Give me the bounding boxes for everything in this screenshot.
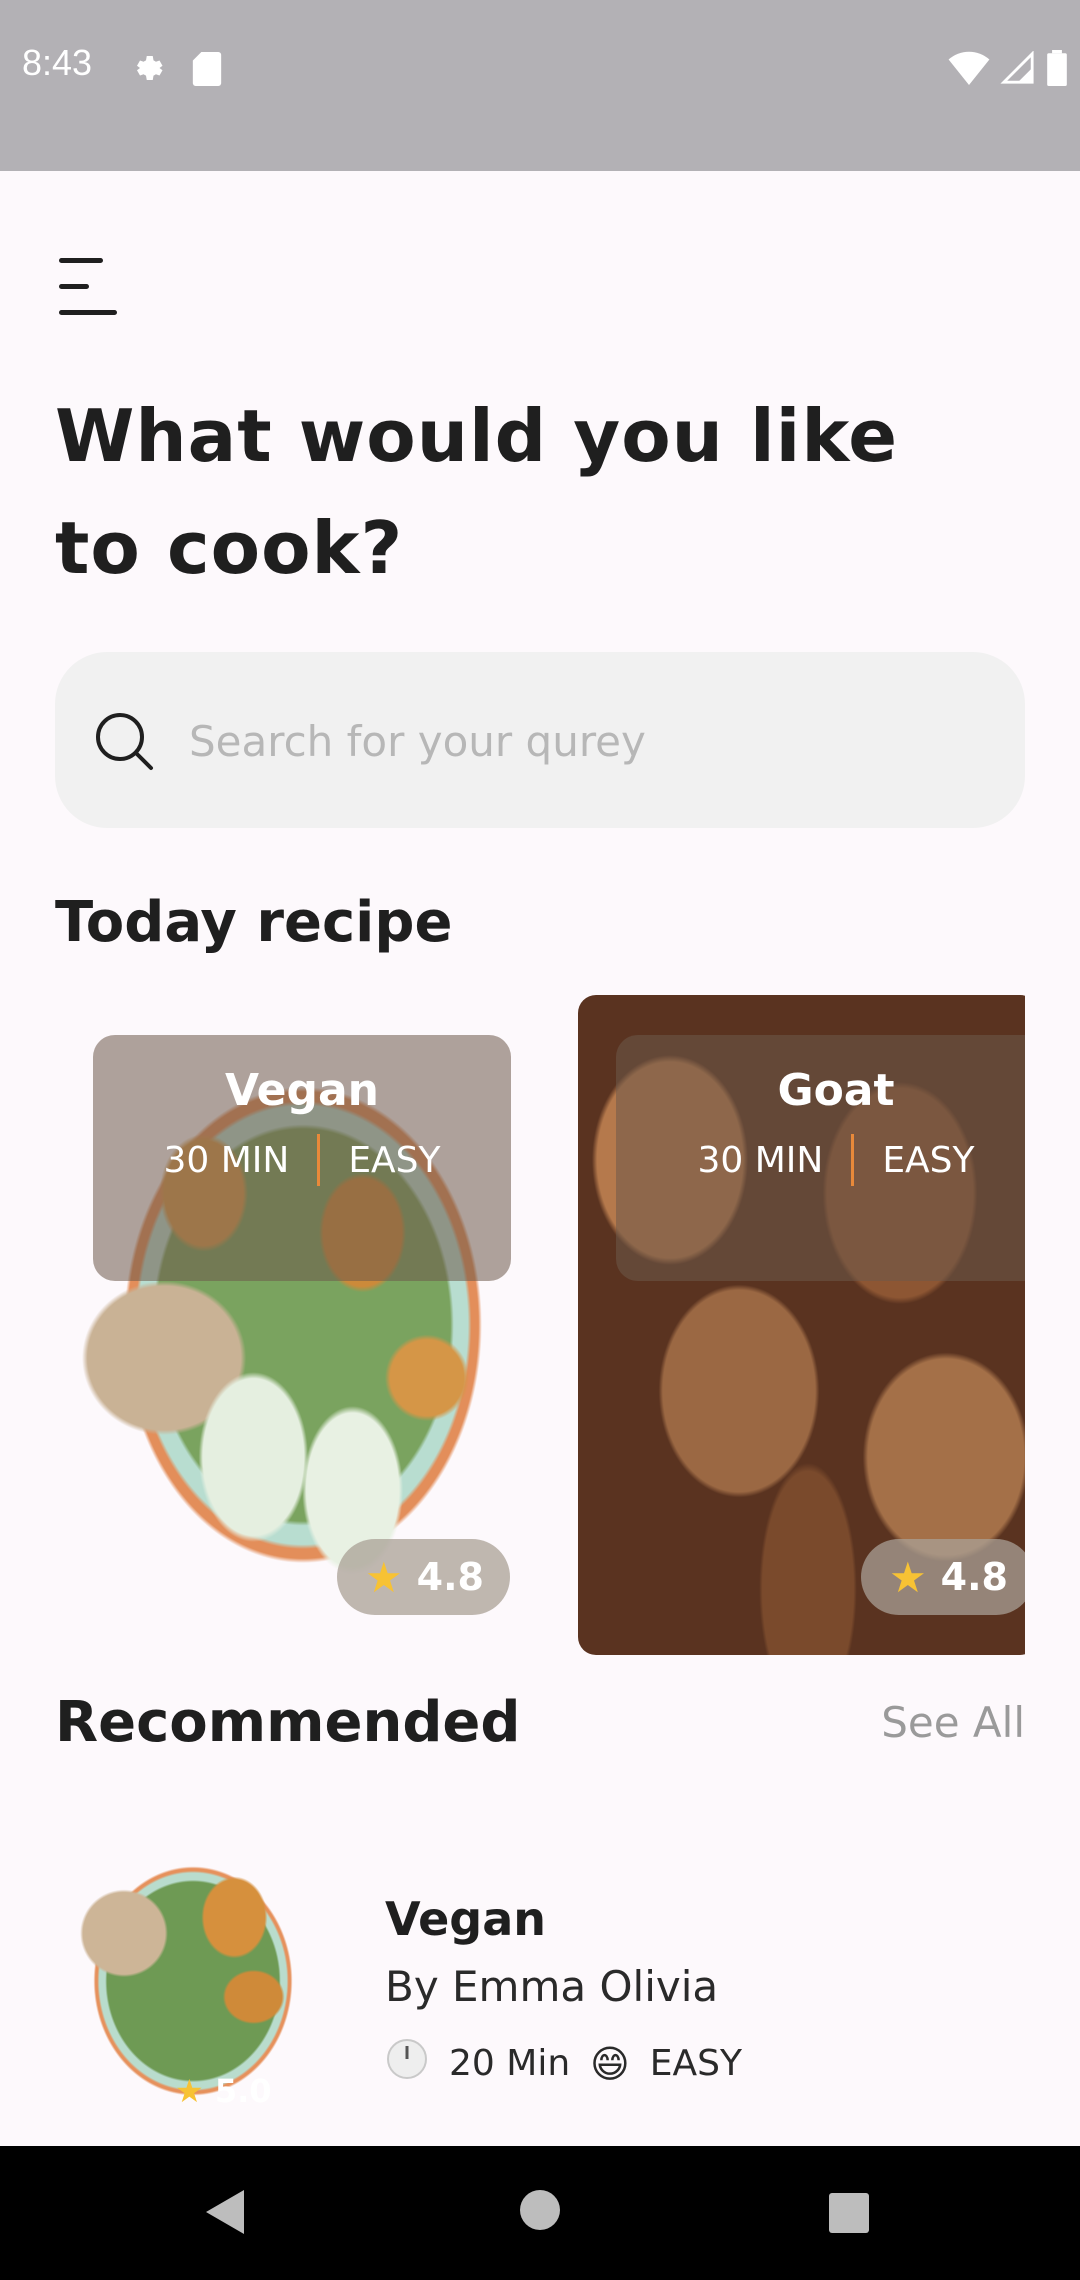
recipe-card-vegan[interactable]: Vegan 30 MIN EASY ★ 4.8: [55, 995, 551, 1655]
status-time: 8:43: [22, 42, 93, 83]
back-icon[interactable]: [204, 2188, 246, 2240]
sd-card-icon: [192, 52, 222, 90]
recipe-time: 30 MIN: [163, 1139, 290, 1181]
meta-divider: [851, 1134, 855, 1186]
recipe-name: Vegan: [385, 1892, 546, 1946]
settings-gear-icon: [128, 50, 164, 90]
recipe-name: Vegan: [225, 1065, 379, 1116]
rating-badge: ★ 4.8: [337, 1539, 510, 1615]
status-icons: [948, 50, 1068, 90]
recipe-difficulty: EASY: [882, 1139, 975, 1181]
recipe-info-panel: Vegan 30 MIN EASY: [93, 1035, 511, 1281]
recipe-info-panel: Goat 30 MIN EASY: [616, 1035, 1025, 1281]
recipe-difficulty: EASY: [649, 2043, 742, 2084]
rating-value: 4.8: [416, 1555, 484, 1599]
star-icon: ★: [889, 1552, 927, 1602]
navigation-bar: [0, 2146, 1080, 2280]
status-bar: 8:43: [0, 0, 1080, 171]
battery-icon: [1046, 50, 1068, 90]
section-title-today: Today recipe: [55, 890, 453, 955]
smile-icon: 😄: [590, 2041, 630, 2086]
signal-icon: [1000, 50, 1036, 89]
star-icon: ★: [175, 2072, 204, 2110]
recipe-difficulty: EASY: [348, 1139, 441, 1181]
rating-value: 5.0: [214, 2072, 272, 2110]
recipe-card-goat[interactable]: Goat 30 MIN EASY ★ 4.8: [578, 995, 1025, 1655]
recipe-time: 20 Min: [449, 2043, 571, 2084]
search-icon: [93, 710, 155, 776]
rating-badge: ★ 5.0: [175, 2072, 272, 2110]
wifi-icon: [948, 51, 990, 89]
see-all-link[interactable]: See All: [881, 1698, 1025, 1747]
page-title: What would you like to cook?: [55, 394, 899, 590]
recipe-time: 30 MIN: [697, 1139, 824, 1181]
recipe-author: By Emma Olivia: [385, 1962, 719, 2011]
list-item[interactable]: ★ 5.0 Vegan By Emma Olivia 20 Min 😄 EASY: [55, 1822, 1025, 2140]
menu-icon[interactable]: [57, 256, 119, 318]
recipe-name: Goat: [777, 1065, 895, 1116]
star-icon: ★: [365, 1552, 403, 1602]
timer-icon: [385, 2037, 429, 2090]
today-recipe-carousel[interactable]: Vegan 30 MIN EASY ★ 4.8 Goat 30 MIN EASY…: [55, 995, 1025, 1655]
recipe-meta: 30 MIN EASY: [93, 1134, 511, 1186]
meta-divider: [317, 1134, 321, 1186]
rating-badge: ★ 4.8: [861, 1539, 1025, 1615]
recipe-meta: 20 Min 😄 EASY: [385, 2037, 742, 2090]
recents-icon[interactable]: [828, 2192, 870, 2238]
search-bar[interactable]: [55, 652, 1025, 828]
section-title-recommended: Recommended: [55, 1690, 521, 1755]
search-input[interactable]: [187, 698, 991, 784]
recipe-meta: 30 MIN EASY: [616, 1134, 1025, 1186]
home-icon[interactable]: [518, 2188, 562, 2236]
rating-value: 4.8: [940, 1555, 1008, 1599]
